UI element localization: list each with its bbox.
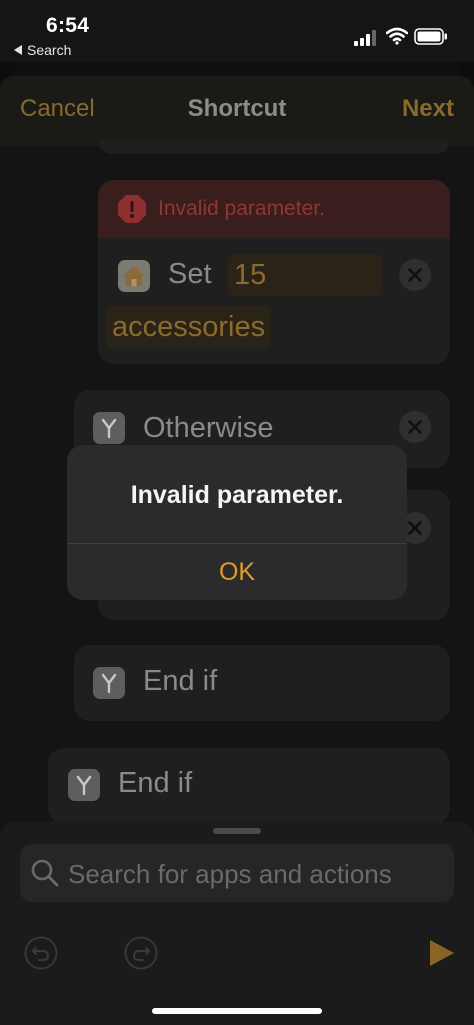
set-accessories-action-card[interactable]: Invalid parameter. Set 15 accessories <box>98 180 450 364</box>
next-button[interactable]: Next <box>402 95 454 123</box>
remove-action-icon[interactable] <box>399 259 431 291</box>
error-banner: Invalid parameter. <box>98 180 450 238</box>
previous-action-card <box>98 140 450 154</box>
search-icon <box>31 859 59 887</box>
error-message: Invalid parameter. <box>158 197 325 220</box>
wifi-icon <box>386 27 408 45</box>
branch-icon <box>68 769 100 801</box>
back-triangle-icon <box>14 45 22 55</box>
end-if-label: End if <box>118 767 193 799</box>
set-label: Set <box>168 258 212 290</box>
search-placeholder: Search for apps and actions <box>68 859 392 889</box>
back-label: Search <box>27 42 72 58</box>
branch-icon <box>93 412 125 444</box>
value-token[interactable]: 15 <box>228 254 382 296</box>
panel-grabber[interactable] <box>213 828 261 834</box>
alert-dialog: Invalid parameter. OK <box>67 445 407 600</box>
accessories-token[interactable]: accessories <box>106 306 272 348</box>
ok-button[interactable]: OK <box>67 544 407 600</box>
play-icon[interactable] <box>426 938 456 968</box>
cellular-signal-icon <box>354 30 378 46</box>
end-if-label: End if <box>143 665 218 697</box>
branch-icon <box>93 667 125 699</box>
undo-icon[interactable] <box>24 936 58 970</box>
status-time: 6:54 <box>46 14 90 37</box>
status-bar: 6:54 Search <box>0 0 474 62</box>
alert-title: Invalid parameter. <box>130 481 344 509</box>
otherwise-label: Otherwise <box>143 412 274 444</box>
home-app-icon <box>118 260 150 292</box>
error-octagon-icon <box>118 195 146 223</box>
end-if-inner-card[interactable]: End if <box>74 645 450 721</box>
home-indicator[interactable] <box>152 1008 322 1014</box>
end-if-outer-card[interactable]: End if <box>48 748 450 824</box>
screen: 6:54 Search Cancel Shortcut Next Invalid… <box>0 0 474 1025</box>
battery-icon <box>414 28 447 45</box>
redo-icon[interactable] <box>124 936 158 970</box>
back-to-search-button[interactable]: Search <box>14 42 71 58</box>
remove-action-icon[interactable] <box>399 411 431 443</box>
